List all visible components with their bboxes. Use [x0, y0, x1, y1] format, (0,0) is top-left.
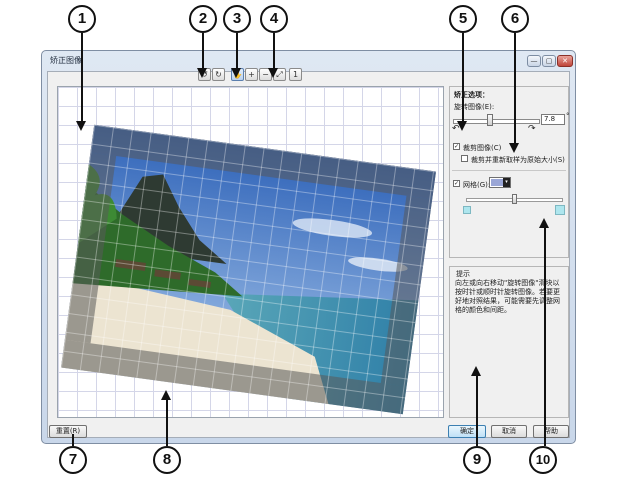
- callout-6: 6: [501, 5, 529, 33]
- grid-large-icon: [555, 205, 565, 215]
- zoom-in-icon: +: [248, 70, 255, 79]
- rotated-photo: [60, 124, 437, 415]
- rotate-ccw-icon: ↶: [452, 124, 460, 134]
- callout-9-leader: [476, 372, 478, 446]
- zoom-actual-icon: 1: [292, 70, 299, 79]
- callout-1-leader: [81, 33, 83, 121]
- callout-10: 10: [529, 446, 557, 474]
- pan-hand-icon: ✋: [232, 70, 243, 79]
- callout-2-leader: [202, 33, 204, 69]
- callout-10-leader: [544, 224, 546, 446]
- grid-label: 网格(G):: [463, 181, 491, 189]
- rotate-slider-thumb[interactable]: [487, 114, 493, 126]
- degree-unit: °: [566, 112, 570, 120]
- grid-small-icon: [463, 206, 471, 214]
- grid-size-slider-thumb[interactable]: [512, 194, 517, 204]
- zoom-in-button[interactable]: +: [245, 68, 258, 81]
- callout-4: 4: [260, 5, 288, 33]
- rotate-slider-track[interactable]: [453, 119, 540, 124]
- zoom-fit-icon: ⤢: [276, 70, 283, 79]
- grid-checkbox[interactable]: ✓: [453, 180, 460, 187]
- callout-7-leader: [72, 434, 74, 446]
- help-button[interactable]: 帮助: [533, 425, 569, 438]
- zoom-actual-button[interactable]: 1: [289, 68, 302, 81]
- title-bar[interactable]: 矫正图像 — ▢ ✕: [42, 51, 575, 71]
- rotate-cw-icon: ↷: [528, 124, 536, 134]
- callout-5-leader: [462, 33, 464, 121]
- callout-8: 8: [153, 446, 181, 474]
- pan-button[interactable]: ✋: [231, 68, 244, 81]
- grid-color-picker[interactable]: ▾: [489, 177, 511, 188]
- rotate-right-button[interactable]: ↻: [212, 68, 225, 81]
- crop-image-label: 裁剪图像(C): [463, 144, 502, 152]
- rotate-image-label: 旋转图像(E):: [454, 103, 495, 111]
- callout-3: 3: [223, 5, 251, 33]
- callout-4-leader: [273, 33, 275, 69]
- crop-image-checkbox[interactable]: ✓: [453, 143, 460, 150]
- hint-panel: 提示 向左或向右移动"旋转图像"滑块以按时针或顺时针旋转图像。若要更好地对照结果…: [449, 266, 569, 418]
- reset-button[interactable]: 重置(R): [49, 425, 87, 438]
- window-title: 矫正图像: [50, 56, 82, 65]
- maximize-button[interactable]: ▢: [542, 55, 556, 67]
- hint-text: 向左或向右移动"旋转图像"滑块以按时针或顺时针旋转图像。若要更好地对照结果，可能…: [455, 279, 560, 314]
- rotate-value-field[interactable]: 7.8: [541, 114, 565, 125]
- cancel-button[interactable]: 取消: [491, 425, 527, 438]
- callout-8-leader: [166, 396, 168, 446]
- rotate-right-icon: ↻: [215, 70, 222, 79]
- crop-resample-checkbox[interactable]: [461, 155, 468, 162]
- ok-button[interactable]: 确定: [448, 425, 486, 438]
- callout-9: 9: [463, 446, 491, 474]
- grid-color-swatch: [491, 179, 503, 186]
- close-button[interactable]: ✕: [557, 55, 573, 67]
- rotate-left-icon: ↺: [201, 70, 208, 79]
- zoom-out-button[interactable]: −: [259, 68, 272, 81]
- callout-7: 7: [59, 446, 87, 474]
- rotate-left-button[interactable]: ↺: [198, 68, 211, 81]
- rotate-value: 7.8: [544, 115, 556, 123]
- callout-2: 2: [189, 5, 217, 33]
- zoom-fit-button[interactable]: ⤢: [273, 68, 286, 81]
- chevron-down-icon: ▾: [503, 178, 510, 187]
- options-divider: [452, 170, 566, 171]
- callout-6-leader: [514, 33, 516, 143]
- preview-window[interactable]: [57, 86, 444, 418]
- minimize-button[interactable]: —: [527, 55, 541, 67]
- callout-3-leader: [236, 33, 238, 69]
- callout-1: 1: [68, 5, 96, 33]
- callout-5: 5: [449, 5, 477, 33]
- options-heading: 矫正选项：: [454, 91, 489, 99]
- crop-resample-label: 裁剪并重新取样为原始大小(S): [471, 156, 565, 164]
- zoom-out-icon: −: [262, 70, 269, 79]
- hint-title: 提示: [456, 270, 470, 278]
